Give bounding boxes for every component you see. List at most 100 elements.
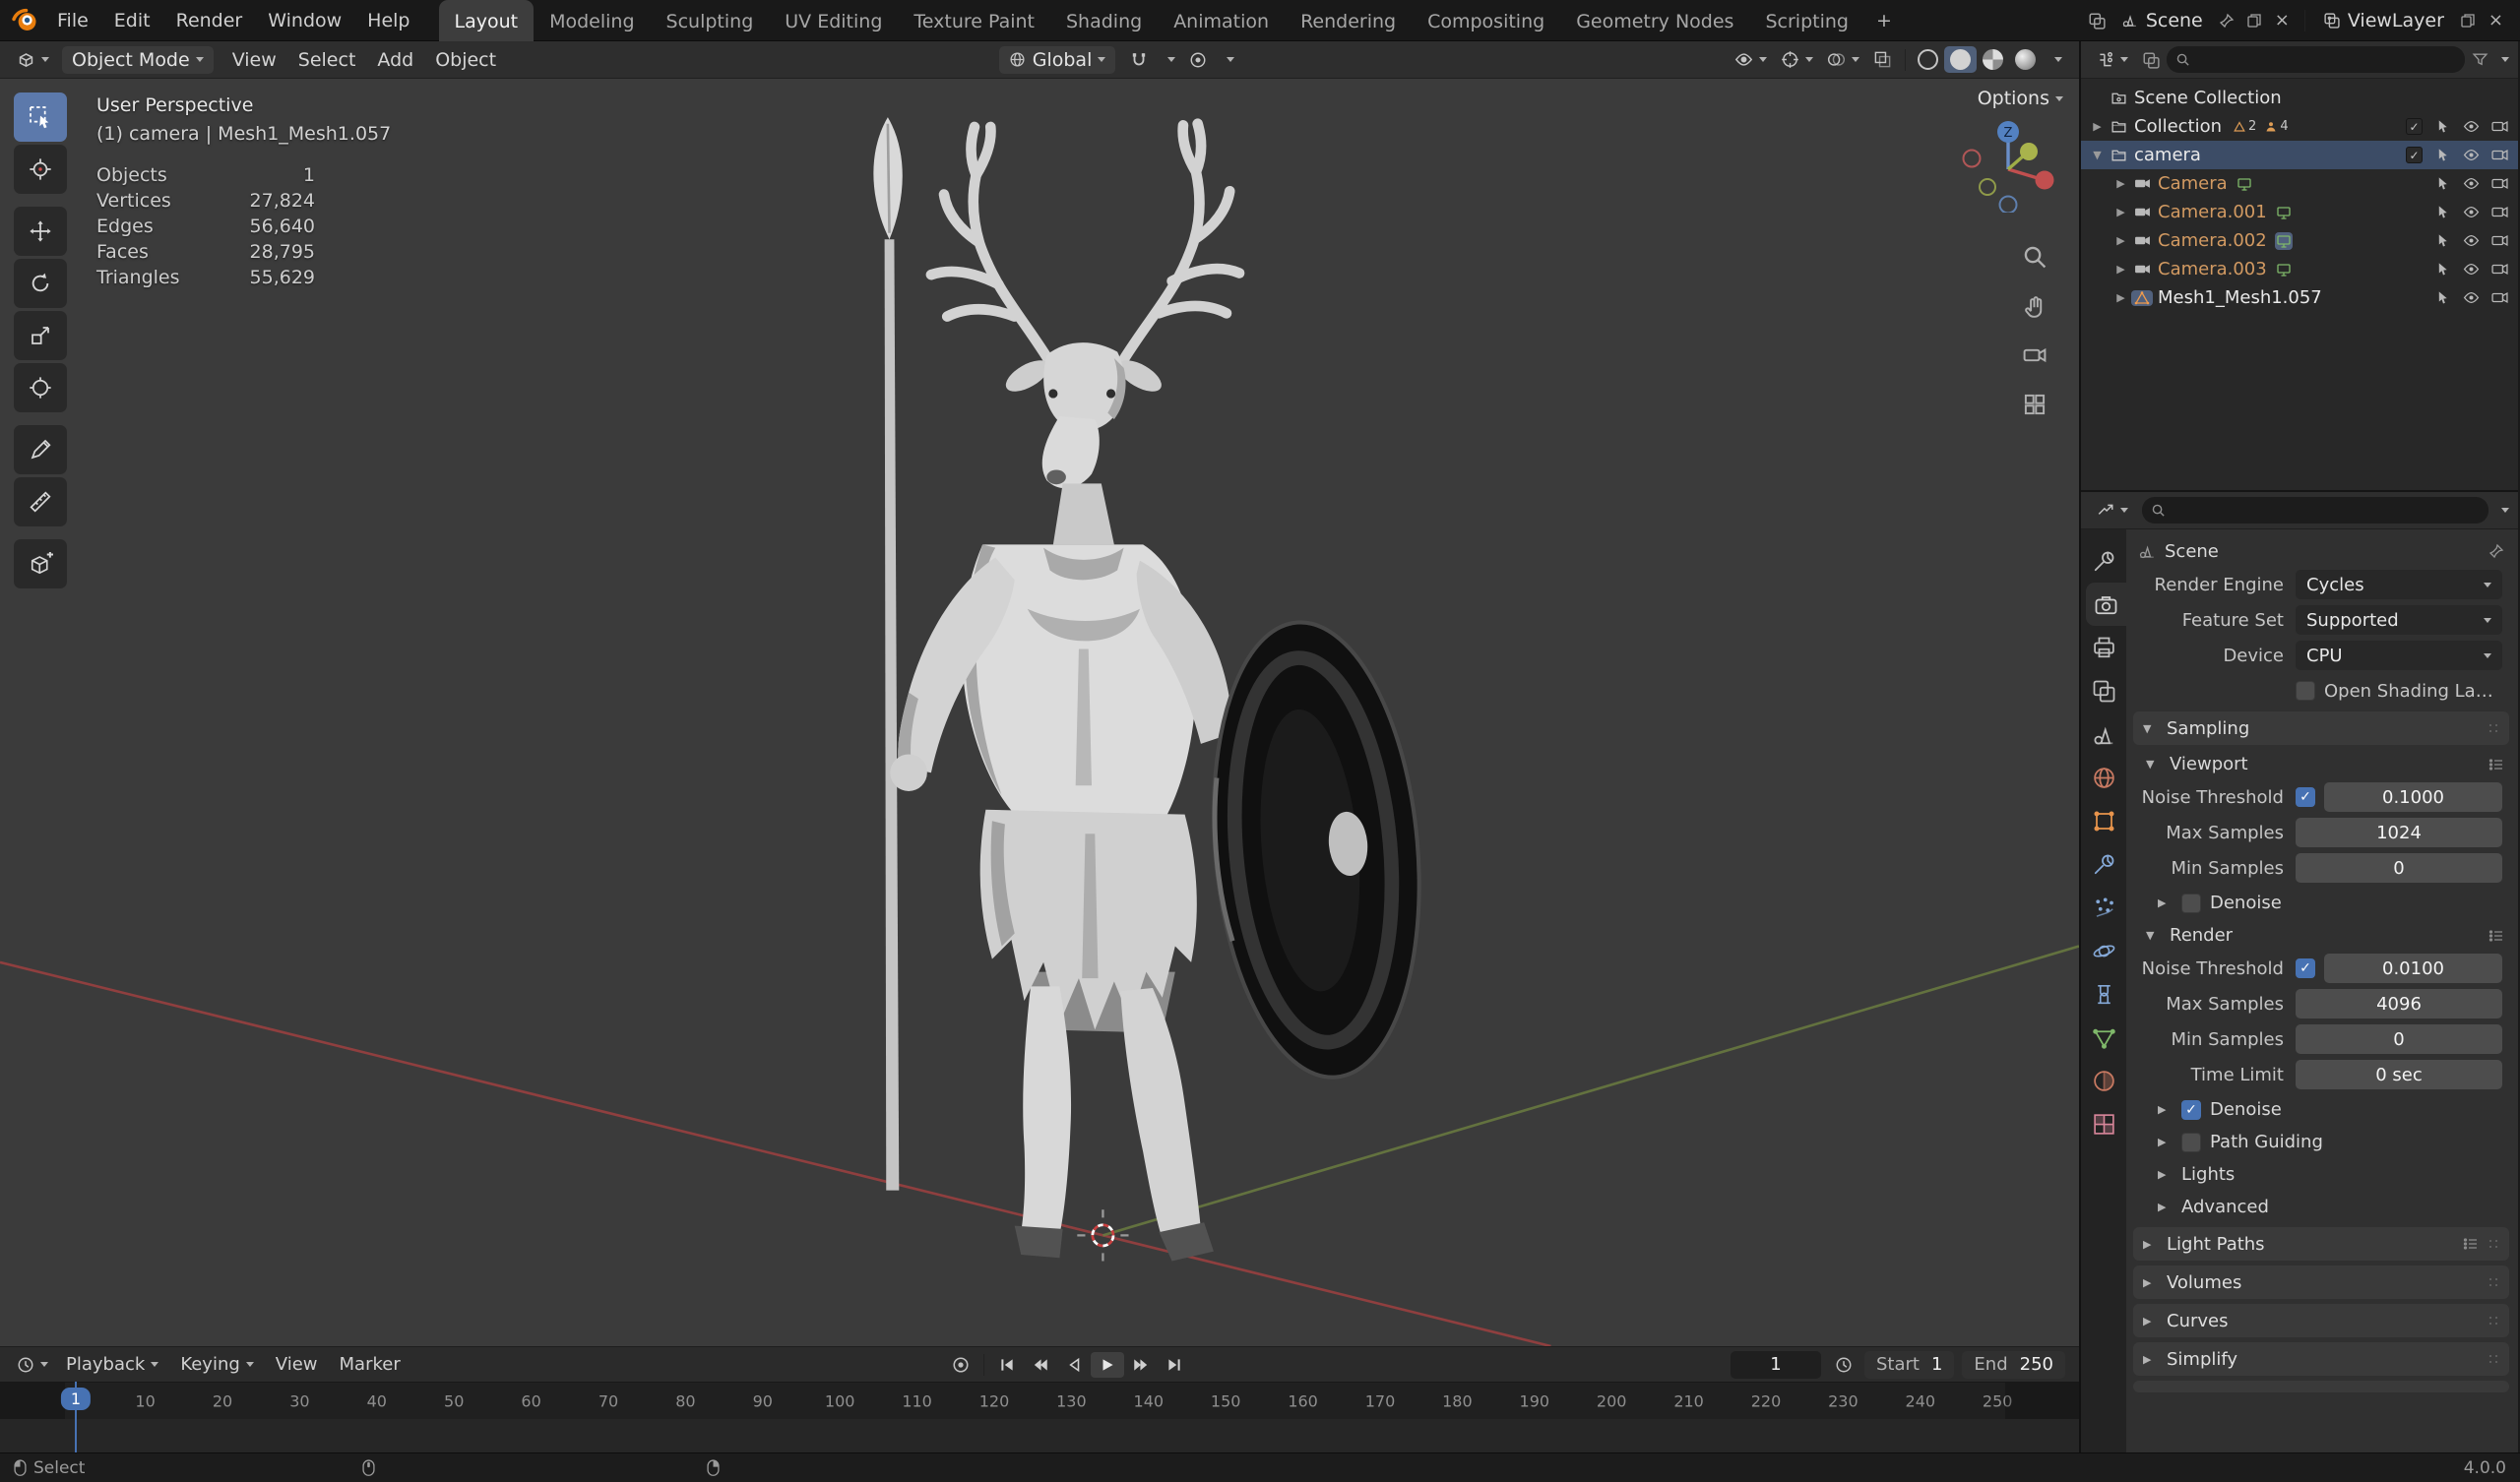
camera-data-icon[interactable] — [2274, 231, 2293, 250]
outliner-item-name[interactable]: Collection — [2134, 116, 2222, 137]
annotate-tool[interactable] — [14, 425, 67, 474]
next-keyframe-button[interactable] — [1124, 1352, 1158, 1378]
xray-toggle-icon[interactable] — [1866, 50, 1899, 69]
outliner-item-name[interactable]: Scene Collection — [2134, 88, 2282, 108]
menu-file[interactable]: File — [44, 0, 101, 41]
gizmo-x-ball[interactable] — [2035, 170, 2054, 190]
light-paths-section-header[interactable]: ▶ Light Paths — [2133, 1227, 2509, 1261]
workspace-tab-uv-editing[interactable]: UV Editing — [769, 0, 898, 41]
eye-toggle-icon[interactable] — [2457, 232, 2486, 249]
overlays-button[interactable] — [1820, 50, 1866, 69]
properties-search-input[interactable] — [2142, 497, 2488, 524]
properties-tab-view-layer[interactable] — [2081, 669, 2126, 712]
eye-toggle-icon[interactable] — [2457, 204, 2486, 220]
editor-type-timeline-icon[interactable] — [10, 1356, 55, 1374]
shading-wireframe-button[interactable] — [1912, 46, 1944, 73]
properties-tab-object-data[interactable] — [2081, 1016, 2126, 1059]
camera-view-icon[interactable] — [2022, 342, 2048, 368]
editor-type-properties-icon[interactable] — [2090, 502, 2135, 520]
pin-scene-icon[interactable] — [2215, 13, 2238, 29]
pan-hand-icon[interactable] — [2022, 293, 2048, 319]
render-min-samples-value[interactable]: 0 — [2296, 1024, 2502, 1054]
filter-funnel-icon[interactable] — [2472, 51, 2488, 68]
lights-subpanel[interactable]: ▶ Lights — [2130, 1159, 2512, 1190]
cursor-toggle-icon[interactable] — [2428, 205, 2457, 219]
properties-tab-physics[interactable] — [2081, 929, 2126, 972]
pin-icon[interactable] — [2488, 543, 2504, 559]
3d-viewport[interactable]: User Perspective (1) camera | Mesh1_Mesh… — [0, 79, 2079, 1346]
viewport-menu-view[interactable]: View — [221, 49, 287, 71]
eye-toggle-icon[interactable] — [2457, 147, 2486, 163]
volumes-section-header[interactable]: ▶ Volumes — [2133, 1266, 2509, 1299]
workspace-tab-layout[interactable]: Layout — [438, 0, 535, 41]
shading-solid-button[interactable] — [1944, 46, 1978, 73]
device-dropdown[interactable]: CPU — [2296, 641, 2502, 670]
menu-render[interactable]: Render — [163, 0, 256, 41]
viewport-menu-select[interactable]: Select — [287, 49, 367, 71]
expander-icon[interactable]: ▶ — [2110, 206, 2131, 218]
outliner-row-collection[interactable]: ▶ Collection 2 4 ✓ — [2081, 112, 2518, 141]
expander-icon[interactable]: ▶ — [2110, 263, 2131, 276]
timeline-track-area[interactable]: 1 10 20 30 40 50 60 70 80 90 100 110 120 130 140 150 16… — [0, 1382, 2079, 1452]
properties-tab-object[interactable] — [2081, 799, 2126, 842]
frame-start-field[interactable]: Start 1 — [1863, 1350, 1955, 1379]
orthographic-toggle-icon[interactable] — [2022, 392, 2048, 417]
expander-icon[interactable]: ▼ — [2087, 149, 2108, 161]
mode-dropdown[interactable]: Object Mode — [62, 45, 214, 74]
cursor-toggle-icon[interactable] — [2428, 233, 2457, 248]
viewport-max-samples-value[interactable]: 1024 — [2296, 818, 2502, 847]
unlink-scene-icon[interactable]: × — [2270, 10, 2295, 31]
expander-icon[interactable]: ▶ — [2110, 177, 2131, 190]
viewport-menu-add[interactable]: Add — [366, 49, 424, 71]
menu-edit[interactable]: Edit — [101, 0, 163, 41]
cursor-toggle-icon[interactable] — [2428, 290, 2457, 305]
camera-data-icon[interactable] — [2236, 175, 2253, 193]
outliner-row-camera[interactable]: ▶ Camera — [2081, 169, 2518, 198]
outliner-row-camera-003[interactable]: ▶ Camera.003 — [2081, 255, 2518, 283]
frame-end-field[interactable]: End 250 — [1962, 1350, 2065, 1379]
properties-tab-material[interactable] — [2081, 1059, 2126, 1102]
outliner-row-scene-collection[interactable]: Scene Collection — [2081, 84, 2518, 112]
outliner-item-name[interactable]: Camera.002 — [2158, 230, 2267, 251]
expander-icon[interactable]: ▶ — [2110, 291, 2131, 304]
properties-tab-world[interactable] — [2081, 756, 2126, 799]
measure-tool[interactable] — [14, 477, 67, 526]
camera-toggle-icon[interactable] — [2486, 175, 2514, 192]
add-workspace-button[interactable]: + — [1864, 0, 1904, 41]
jump-to-end-button[interactable] — [1158, 1352, 1191, 1378]
render-denoise-subpanel[interactable]: ▶ ✓ Denoise — [2130, 1094, 2512, 1125]
camera-toggle-icon[interactable] — [2486, 261, 2514, 278]
feature-set-dropdown[interactable]: Supported — [2296, 605, 2502, 635]
viewport-subpanel-header[interactable]: ▼ Viewport — [2130, 749, 2512, 779]
render-subpanel-header[interactable]: ▼ Render — [2130, 920, 2512, 951]
outliner-row-camera-001[interactable]: ▶ Camera.001 — [2081, 198, 2518, 226]
snap-options-chevron[interactable] — [1155, 57, 1182, 62]
workspace-tab-scripting[interactable]: Scripting — [1749, 0, 1864, 41]
remove-viewlayer-icon[interactable]: × — [2484, 10, 2508, 31]
current-frame-field[interactable]: 1 — [1730, 1350, 1821, 1379]
outliner-item-name[interactable]: Mesh1_Mesh1.057 — [2158, 287, 2322, 308]
camera-toggle-icon[interactable] — [2486, 147, 2514, 163]
camera-data-icon[interactable] — [2275, 261, 2293, 278]
render-noise-checkbox[interactable]: ✓ — [2296, 958, 2315, 978]
workspace-tab-shading[interactable]: Shading — [1050, 0, 1158, 41]
properties-tab-constraints[interactable] — [2081, 972, 2126, 1016]
shading-rendered-button[interactable] — [2009, 46, 2042, 73]
play-reverse-button[interactable] — [1057, 1352, 1091, 1378]
scene-selector[interactable]: Scene — [2113, 7, 2211, 34]
camera-toggle-icon[interactable] — [2486, 118, 2514, 135]
camera-toggle-icon[interactable] — [2486, 289, 2514, 306]
current-frame-badge[interactable]: 1 — [60, 1388, 92, 1410]
workspace-tab-geometry-nodes[interactable]: Geometry Nodes — [1560, 0, 1749, 41]
snap-magnet-icon[interactable] — [1123, 51, 1155, 69]
eye-toggle-icon[interactable] — [2457, 289, 2486, 306]
camera-toggle-icon[interactable] — [2486, 204, 2514, 220]
display-mode-icon[interactable] — [2142, 51, 2160, 69]
jump-to-start-button[interactable] — [990, 1352, 1024, 1378]
gizmo-neg-x-ball[interactable] — [1962, 149, 1982, 168]
move-tool[interactable] — [14, 207, 67, 256]
navigation-gizmo[interactable]: Z — [1961, 118, 2055, 213]
outliner-row-camera-002[interactable]: ▶ Camera.002 — [2081, 226, 2518, 255]
cursor-tool[interactable] — [14, 145, 67, 194]
play-button[interactable] — [1091, 1351, 1125, 1378]
